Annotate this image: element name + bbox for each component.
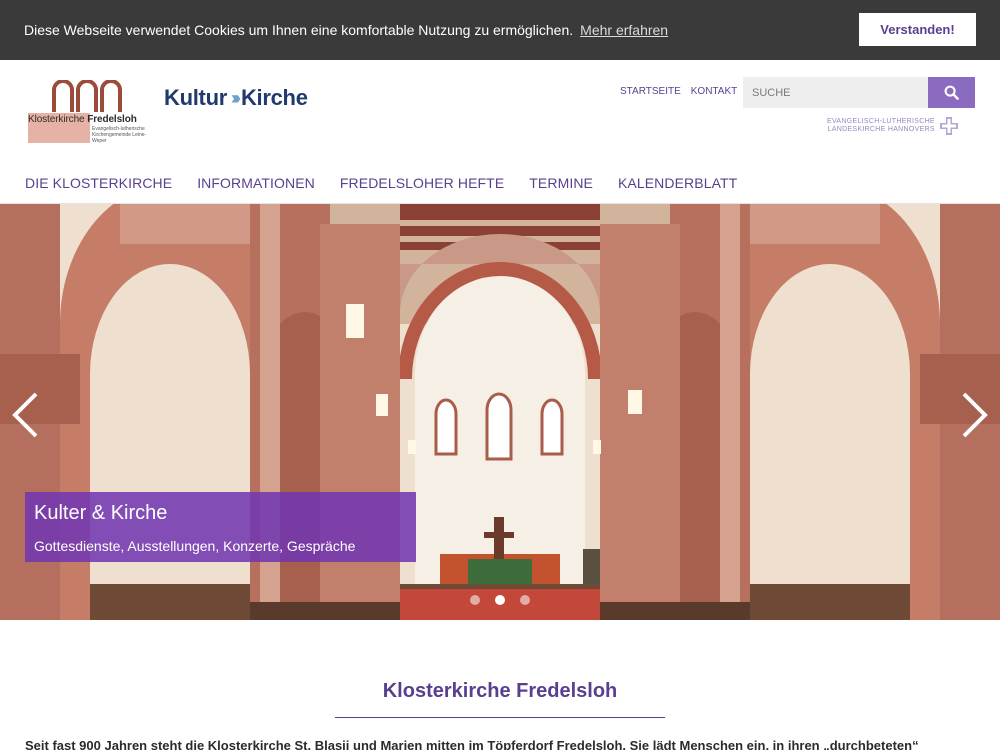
site-logo[interactable]: Klosterkirche Fredelsloh Evangelisch-lut… [28, 80, 148, 144]
landeskirche-text: EVANGELISCH-LUTHERISCHE LANDESKIRCHE HAN… [827, 118, 935, 133]
cookie-bar: Diese Webseite verwendet Cookies um Ihne… [0, 0, 1000, 60]
cross-emblem-icon [939, 117, 958, 135]
search-button[interactable] [928, 77, 975, 108]
hero-slider: Kulter & Kirche Gottesdienste, Ausstellu… [0, 204, 1000, 620]
top-navigation: STARTSEITE KONTAKT [620, 86, 737, 97]
kultur-kirche-logo[interactable]: Kultur ››› Kirche [164, 85, 308, 111]
nav-klosterkirche[interactable]: DIE KLOSTERKIRCHE [25, 175, 172, 191]
kultur-logo-arrows: ››› [230, 87, 241, 108]
logo-subtitle: Evangelisch-lutherische Kirchengemeinde … [92, 126, 147, 144]
nav-informationen[interactable]: INFORMATIONEN [197, 175, 315, 191]
search-form [743, 77, 975, 108]
logo-name: Klosterkirche Fredelsloh [28, 114, 137, 125]
title-underline [335, 717, 665, 718]
nav-home-link[interactable]: STARTSEITE [620, 86, 681, 97]
slider-dot-3[interactable] [520, 595, 530, 605]
slide-caption-title: Kulter & Kirche [34, 502, 168, 524]
kultur-logo-right: Kirche [240, 85, 308, 110]
slide-caption-subtitle: Gottesdienste, Ausstellungen, Konzerte, … [34, 538, 356, 554]
cookie-message: Diese Webseite verwendet Cookies um Ihne… [24, 22, 574, 38]
main-navigation: DIE KLOSTERKIRCHE INFORMATIONEN FREDELSL… [25, 175, 737, 191]
nav-termine[interactable]: TERMINE [529, 175, 593, 191]
search-icon [944, 85, 959, 100]
slide-caption: Kulter & Kirche Gottesdienste, Ausstellu… [25, 492, 416, 562]
kultur-logo-left: Kultur [164, 85, 227, 110]
slider-dot-1[interactable] [470, 595, 480, 605]
nav-fredelsloher-hefte[interactable]: FREDELSLOHER HEFTE [340, 175, 504, 191]
arches-logo-icon [52, 80, 122, 112]
page: Diese Webseite verwendet Cookies um Ihne… [0, 0, 1000, 750]
slider-prev-button[interactable] [6, 390, 46, 440]
chevron-left-icon [12, 392, 38, 438]
cookie-accept-button[interactable]: Verstanden! [859, 13, 976, 46]
intro-text: Seit fast 900 Jahren steht die Klosterki… [25, 738, 919, 750]
cookie-more-link[interactable]: Mehr erfahren [580, 22, 668, 38]
site-header: Klosterkirche Fredelsloh Evangelisch-lut… [0, 60, 1000, 204]
chevron-right-icon [962, 392, 988, 438]
slider-dot-2[interactable] [495, 595, 505, 605]
landeskirche-logo[interactable]: EVANGELISCH-LUTHERISCHE LANDESKIRCHE HAN… [827, 116, 959, 136]
page-title: Klosterkirche Fredelsloh [382, 680, 618, 702]
slider-next-button[interactable] [954, 390, 994, 440]
search-input[interactable] [743, 77, 928, 108]
nav-kalenderblatt[interactable]: KALENDERBLATT [618, 175, 737, 191]
slider-dots [470, 595, 530, 605]
nav-contact-link[interactable]: KONTAKT [691, 86, 737, 97]
